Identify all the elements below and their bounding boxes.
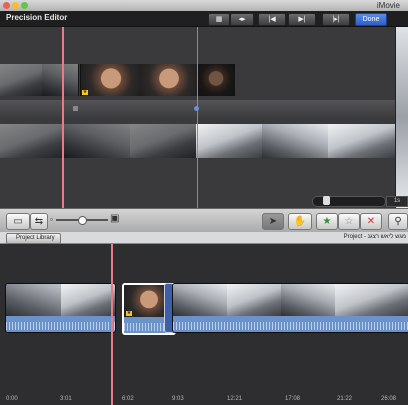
edit-handle-icon[interactable] [73,106,78,111]
video-frame [0,124,65,158]
video-frame [130,124,197,158]
reject-icon[interactable]: ✕ [360,213,382,230]
camera-import-icon[interactable]: ▭ [6,213,30,230]
project-header-bar: Project Library Project - מגש ליאש רצגנ [0,232,408,244]
timeline-tick: 9:03 [172,396,184,402]
zoom-value: 1s [386,196,408,207]
video-frame [196,124,263,158]
viewer-preview-edge [395,27,408,208]
video-frame [64,124,131,158]
video-frame [262,124,329,158]
timeline-tick: 3:01 [60,396,72,402]
clip-thumbnail [227,284,281,316]
video-frame [42,64,79,96]
clip-thumbnail [281,284,335,316]
timeline-tick: 26:08 [381,396,397,402]
clip-thumbnail [61,284,115,316]
precision-editor-title: Precision Editor [6,13,68,22]
precision-playhead [62,27,64,208]
video-frame [0,64,43,96]
arrow-tool-icon[interactable]: ➤ [262,213,284,230]
next-edit-icon[interactable]: ▶| [288,13,316,26]
clip-thumbnail [173,284,227,316]
small-frame-icon: ▫ [50,215,53,224]
thumbnail-size-slider[interactable] [56,216,108,225]
edit-point-line [197,27,198,208]
show-cut-icon[interactable]: ◂▸ [230,13,254,26]
keyword-icon[interactable]: ⚲ [388,213,408,230]
zoom-slider-thumb[interactable] [323,196,330,205]
favorite-badge-icon: ★ [126,310,132,316]
mark-favorite-icon[interactable]: ★ [316,213,338,230]
minimize-window-button[interactable] [12,2,19,9]
play-edit-icon[interactable]: |▸| [322,13,350,26]
favorite-badge-icon: ★ [82,89,88,95]
hand-tool-icon[interactable]: ✋ [288,213,312,230]
main-toolbar: ▭ ⇆ ▫ ▣ ➤ ✋ ★ ☆ ✕ ⚲ [0,208,408,234]
project-playhead [111,244,113,405]
video-frame [198,64,235,96]
close-window-button[interactable] [3,2,10,9]
clip-thumbnail [335,284,408,316]
project-title: Project - מגש ליאש רצגנ [343,234,406,240]
keyboard-icon[interactable]: ▦ [208,13,230,26]
window-title: iMovie [376,1,400,10]
project-clip[interactable] [172,283,408,333]
precision-editor-header: Precision Editor ▦ ◂▸ |◀ ▶| |▸| Done [0,11,408,27]
timeline-tick: 6:02 [122,396,134,402]
thumbnail-slider-thumb[interactable] [78,216,87,225]
timeline-tick: 0:00 [6,396,18,402]
timeline-tick: 17:08 [285,396,301,402]
previous-edit-icon[interactable]: |◀ [258,13,286,26]
clip-audio-waveform [173,316,408,332]
timeline-tick: 21:22 [337,396,353,402]
done-button[interactable]: Done [355,13,387,26]
precision-zoom-slider[interactable] [312,196,386,207]
project-library-button[interactable]: Project Library [6,233,61,244]
zoom-window-button[interactable] [21,2,28,9]
video-frame [140,64,199,96]
large-frame-icon: ▣ [110,213,120,224]
unmark-icon[interactable]: ☆ [338,213,360,230]
video-frame [328,124,396,158]
swap-events-icon[interactable]: ⇆ [30,213,48,230]
timeline-tick: 12:21 [227,396,243,402]
video-frame [80,64,142,96]
project-clip[interactable] [5,283,116,333]
clip-audio-waveform [6,316,115,332]
